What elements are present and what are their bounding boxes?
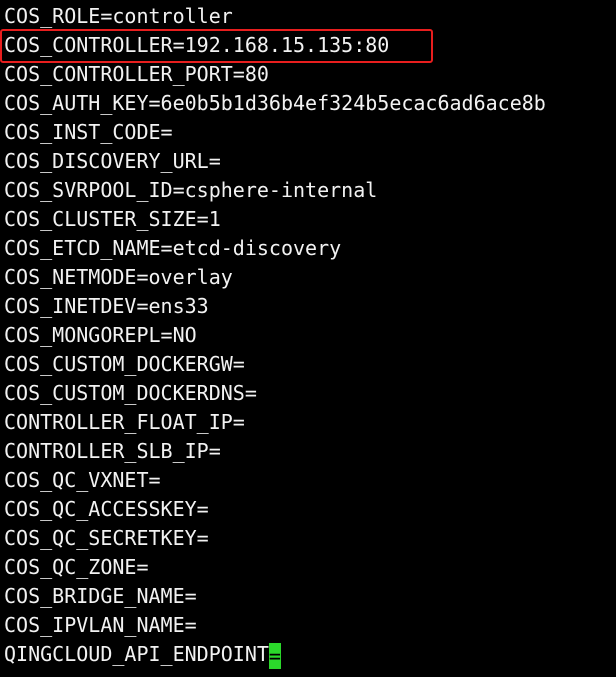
config-line-cos-etcd-name: COS_ETCD_NAME=etcd-discovery [4, 236, 342, 260]
config-line-controller-float-ip: CONTROLLER_FLOAT_IP= [4, 410, 245, 434]
config-line-cos-role: COS_ROLE=controller [4, 4, 233, 28]
config-line-qingcloud-api-endpoint: QINGCLOUD_API_ENDPOINT= [4, 640, 281, 669]
config-line-cos-svrpool-id: COS_SVRPOOL_ID=csphere-internal [4, 178, 378, 202]
text-cursor: = [268, 642, 281, 669]
config-line-cos-qc-secretkey: COS_QC_SECRETKEY= [4, 526, 209, 550]
config-line-cos-bridge-name: COS_BRIDGE_NAME= [4, 584, 197, 608]
config-line-cos-custom-dockerdns: COS_CUSTOM_DOCKERDNS= [4, 381, 257, 405]
config-line-cos-qc-zone: COS_QC_ZONE= [4, 555, 149, 579]
config-line-cos-auth-key: COS_AUTH_KEY=6e0b5b1d36b4ef324b5ecac6ad6… [4, 91, 546, 115]
config-line-controller-slb-ip: CONTROLLER_SLB_IP= [4, 439, 221, 463]
highlight-box-cos-controller [0, 29, 433, 63]
config-line-cos-custom-dockergw: COS_CUSTOM_DOCKERGW= [4, 352, 245, 376]
config-line-cos-inetdev: COS_INETDEV=ens33 [4, 294, 209, 318]
terminal-window[interactable]: COS_ROLE=controller COS_CONTROLLER=192.1… [0, 0, 616, 677]
config-line-cos-cluster-size: COS_CLUSTER_SIZE=1 [4, 207, 221, 231]
config-line-cos-qc-accesskey: COS_QC_ACCESSKEY= [4, 497, 209, 521]
config-line-qingcloud-api-endpoint-text: QINGCLOUD_API_ENDPOINT [4, 642, 269, 666]
config-line-cos-netmode: COS_NETMODE=overlay [4, 265, 233, 289]
config-line-cos-discovery-url: COS_DISCOVERY_URL= [4, 149, 221, 173]
config-line-cos-ipvlan-name: COS_IPVLAN_NAME= [4, 613, 197, 637]
config-line-cos-qc-vxnet: COS_QC_VXNET= [4, 468, 161, 492]
config-line-cos-inst-code: COS_INST_CODE= [4, 120, 173, 144]
config-line-cos-mongorepl: COS_MONGOREPL=NO [4, 323, 197, 347]
config-line-cos-controller-port: COS_CONTROLLER_PORT=80 [4, 62, 269, 86]
